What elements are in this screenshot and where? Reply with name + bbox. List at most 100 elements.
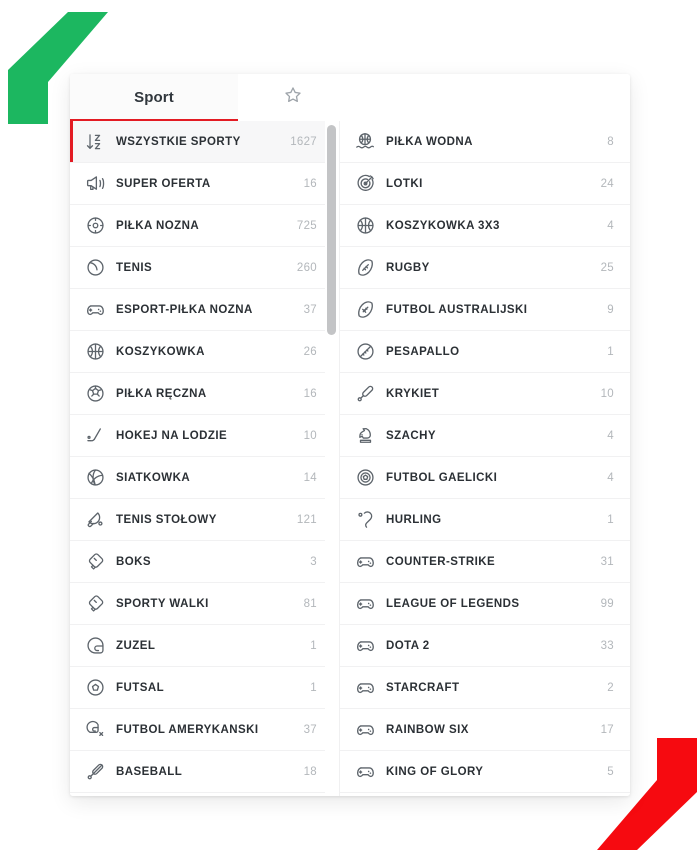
- tab-sport-label: Sport: [134, 89, 174, 106]
- sports-categories-card: Sport WSZYSTKIE SPORTY 1627 SUPER OFERTA 16…: [70, 74, 630, 796]
- category-row[interactable]: COUNTER-STRIKE 31: [340, 541, 630, 583]
- category-count: 1: [607, 513, 614, 526]
- category-row[interactable]: SUPER OFERTA 16: [70, 163, 339, 205]
- category-row[interactable]: FUTSAL 1: [70, 667, 339, 709]
- category-count: 24: [600, 177, 614, 190]
- category-count: 10: [303, 429, 317, 442]
- category-row[interactable]: KRYKIET 10: [340, 373, 630, 415]
- category-label: PESAPALLO: [386, 345, 460, 358]
- category-label: SUPER OFERTA: [116, 177, 211, 190]
- category-count: 1: [310, 681, 317, 694]
- tab-bar: Sport: [70, 74, 630, 121]
- category-count: 18: [303, 765, 317, 778]
- american-football-icon: [84, 719, 106, 741]
- category-label: BASEBALL: [116, 765, 183, 778]
- category-label: SIATKÓWKA: [116, 471, 191, 484]
- ice-hockey-icon: [84, 425, 106, 447]
- category-row[interactable]: HOKEJ NA LODZIE 10: [70, 415, 339, 457]
- category-count: 16: [303, 387, 317, 400]
- category-row[interactable]: SPORTY WALKI 81: [70, 583, 339, 625]
- category-row[interactable]: BOKS 3: [70, 541, 339, 583]
- category-label: SZACHY: [386, 429, 436, 442]
- category-row[interactable]: HURLING 1: [340, 499, 630, 541]
- category-row[interactable]: ŻUŻEL 1: [70, 625, 339, 667]
- tennis-ball-icon: [84, 257, 106, 279]
- category-row[interactable]: TENIS 260: [70, 247, 339, 289]
- category-label: FUTBOL AUSTRALIJSKI: [386, 303, 528, 316]
- category-row[interactable]: TENIS STOŁOWY 121: [70, 499, 339, 541]
- category-count: 4: [607, 219, 614, 232]
- category-row[interactable]: SIATKÓWKA 14: [70, 457, 339, 499]
- category-label: FUTSAL: [116, 681, 165, 694]
- category-label: HOKEJ NA LODZIE: [116, 429, 228, 442]
- category-label: KOSZYKÓWKA 3X3: [386, 219, 500, 232]
- category-label: LOTKI: [386, 177, 423, 190]
- category-label: COUNTER-STRIKE: [386, 555, 496, 568]
- gamepad-icon: [354, 761, 376, 783]
- cricket-icon: [354, 383, 376, 405]
- category-label: PIŁKA NOŻNA: [116, 219, 200, 232]
- category-row[interactable]: FUTBOL AMERYKAŃSKI 37: [70, 709, 339, 751]
- basketball-icon: [84, 341, 106, 363]
- category-row[interactable]: DOTA 2 33: [340, 625, 630, 667]
- category-count: 14: [303, 471, 317, 484]
- tab-sport[interactable]: Sport: [70, 74, 238, 121]
- category-row[interactable]: FUTBOL AUSTRALIJSKI 9: [340, 289, 630, 331]
- category-row[interactable]: SZACHY 4: [340, 415, 630, 457]
- category-columns: WSZYSTKIE SPORTY 1627 SUPER OFERTA 16 PIŁKA …: [70, 121, 630, 796]
- category-count: 33: [600, 639, 614, 652]
- category-row[interactable]: WSZYSTKIE SPORTY 1627: [70, 121, 339, 163]
- category-label: LEAGUE OF LEGENDS: [386, 597, 520, 610]
- category-row[interactable]: KOSZYKÓWKA 26: [70, 331, 339, 373]
- gamepad-icon: [354, 551, 376, 573]
- hurling-icon: [354, 509, 376, 531]
- category-count: 99: [600, 597, 614, 610]
- category-count: 4: [607, 471, 614, 484]
- category-count: 37: [303, 303, 317, 316]
- category-count: 37: [303, 723, 317, 736]
- category-row[interactable]: KING OF GLORY 5: [340, 751, 630, 793]
- water-polo-icon: [354, 131, 376, 153]
- tab-favourites[interactable]: [238, 74, 348, 121]
- category-row[interactable]: PESAPALLO 1: [340, 331, 630, 373]
- category-row[interactable]: RUGBY 25: [340, 247, 630, 289]
- aussie-rules-icon: [354, 299, 376, 321]
- category-row[interactable]: BASEBALL 18: [70, 751, 339, 793]
- darts-icon: [354, 173, 376, 195]
- chess-knight-icon: [354, 425, 376, 447]
- category-label: FUTBOL AMERYKAŃSKI: [116, 723, 259, 736]
- category-row[interactable]: LEAGUE OF LEGENDS 99: [340, 583, 630, 625]
- category-label: TENIS STOŁOWY: [116, 513, 217, 526]
- volleyball-icon: [84, 467, 106, 489]
- category-label: HURLING: [386, 513, 442, 526]
- category-row[interactable]: PIŁKA RĘCZNA 16: [70, 373, 339, 415]
- boxing-glove-icon: [84, 593, 106, 615]
- scrollbar-thumb[interactable]: [327, 125, 336, 335]
- category-row[interactable]: ESPORT-PIŁKA NOŻNA 37: [70, 289, 339, 331]
- category-row[interactable]: PIŁKA WODNA 8: [340, 121, 630, 163]
- category-count: 17: [600, 723, 614, 736]
- category-count: 16: [303, 177, 317, 190]
- soccer-ball-icon: [84, 215, 106, 237]
- category-count: 26: [303, 345, 317, 358]
- star-icon: [283, 85, 303, 110]
- category-label: ŻUŻEL: [116, 639, 156, 652]
- category-count: 25: [600, 261, 614, 274]
- category-label: KOSZYKÓWKA: [116, 345, 205, 358]
- category-row[interactable]: FUTBOL GAELICKI 4: [340, 457, 630, 499]
- category-row[interactable]: PIŁKA NOŻNA 725: [70, 205, 339, 247]
- scrollbar-track[interactable]: [325, 121, 339, 796]
- boxing-glove-icon: [84, 551, 106, 573]
- category-label: WSZYSTKIE SPORTY: [116, 135, 241, 148]
- category-row[interactable]: KOSZYKÓWKA 3X3 4: [340, 205, 630, 247]
- category-label: SPORTY WALKI: [116, 597, 209, 610]
- rugby-ball-icon: [354, 257, 376, 279]
- megaphone-icon: [84, 173, 106, 195]
- category-list-left: WSZYSTKIE SPORTY 1627 SUPER OFERTA 16 PIŁKA …: [70, 121, 339, 793]
- category-column-left: WSZYSTKIE SPORTY 1627 SUPER OFERTA 16 PIŁKA …: [70, 121, 340, 796]
- category-label: PIŁKA WODNA: [386, 135, 473, 148]
- table-tennis-icon: [84, 509, 106, 531]
- category-row[interactable]: LOTKI 24: [340, 163, 630, 205]
- category-row[interactable]: RAINBOW SIX 17: [340, 709, 630, 751]
- category-row[interactable]: STARCRAFT 2: [340, 667, 630, 709]
